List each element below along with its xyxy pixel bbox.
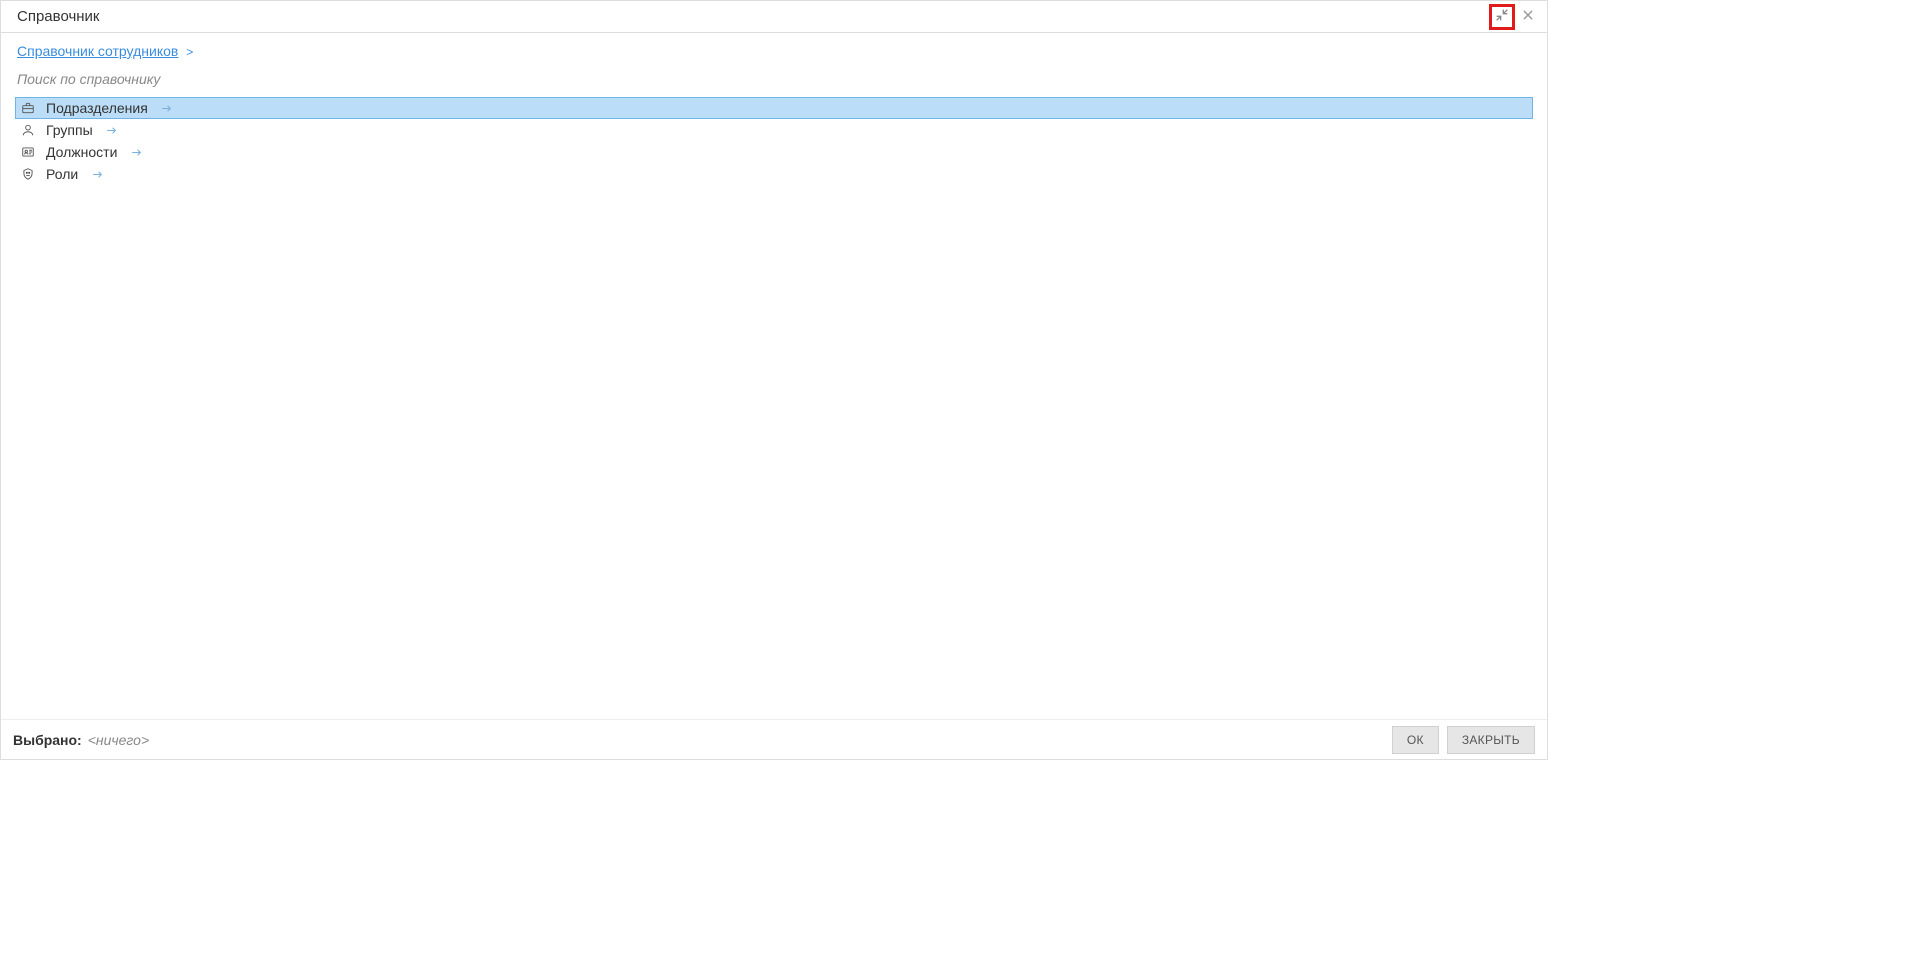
id-card-icon bbox=[20, 144, 36, 160]
ok-button[interactable]: ок bbox=[1392, 726, 1439, 754]
directory-list: Подразделения Группы bbox=[1, 97, 1547, 185]
dialog-body: Справочник сотрудников > Подразделения bbox=[1, 33, 1547, 719]
dialog-title: Справочник bbox=[17, 8, 1489, 25]
selected-value: <ничего> bbox=[88, 732, 149, 748]
list-item-positions[interactable]: Должности bbox=[15, 141, 1533, 163]
dialog-footer: Выбрано: <ничего> ок закрыть bbox=[1, 719, 1547, 759]
minimize-button[interactable] bbox=[1489, 4, 1515, 30]
arrow-right-icon bbox=[90, 167, 104, 181]
close-footer-button[interactable]: закрыть bbox=[1447, 726, 1535, 754]
list-item-label: Группы bbox=[46, 122, 93, 138]
close-icon bbox=[1521, 8, 1535, 25]
selected-label: Выбрано: bbox=[13, 732, 82, 748]
search-input[interactable] bbox=[17, 67, 1531, 91]
list-item-departments[interactable]: Подразделения bbox=[15, 97, 1533, 119]
breadcrumb-separator: > bbox=[186, 45, 193, 59]
arrow-right-icon bbox=[105, 123, 119, 137]
collapse-icon bbox=[1494, 7, 1510, 26]
directory-dialog: Справочник Справочник сот bbox=[0, 0, 1548, 760]
list-item-groups[interactable]: Группы bbox=[15, 119, 1533, 141]
breadcrumb-link-employees-directory[interactable]: Справочник сотрудников bbox=[17, 43, 178, 59]
list-item-label: Роли bbox=[46, 166, 78, 182]
shield-icon bbox=[20, 166, 36, 182]
breadcrumb: Справочник сотрудников > bbox=[1, 33, 1547, 67]
arrow-right-icon bbox=[160, 101, 174, 115]
briefcase-icon bbox=[20, 100, 36, 116]
user-icon bbox=[20, 122, 36, 138]
list-item-label: Подразделения bbox=[46, 100, 148, 116]
dialog-header: Справочник bbox=[1, 1, 1547, 33]
list-item-roles[interactable]: Роли bbox=[15, 163, 1533, 185]
list-item-label: Должности bbox=[46, 144, 117, 160]
search-row bbox=[1, 67, 1547, 97]
close-button[interactable] bbox=[1517, 6, 1539, 28]
arrow-right-icon bbox=[129, 145, 143, 159]
header-controls bbox=[1489, 4, 1539, 30]
